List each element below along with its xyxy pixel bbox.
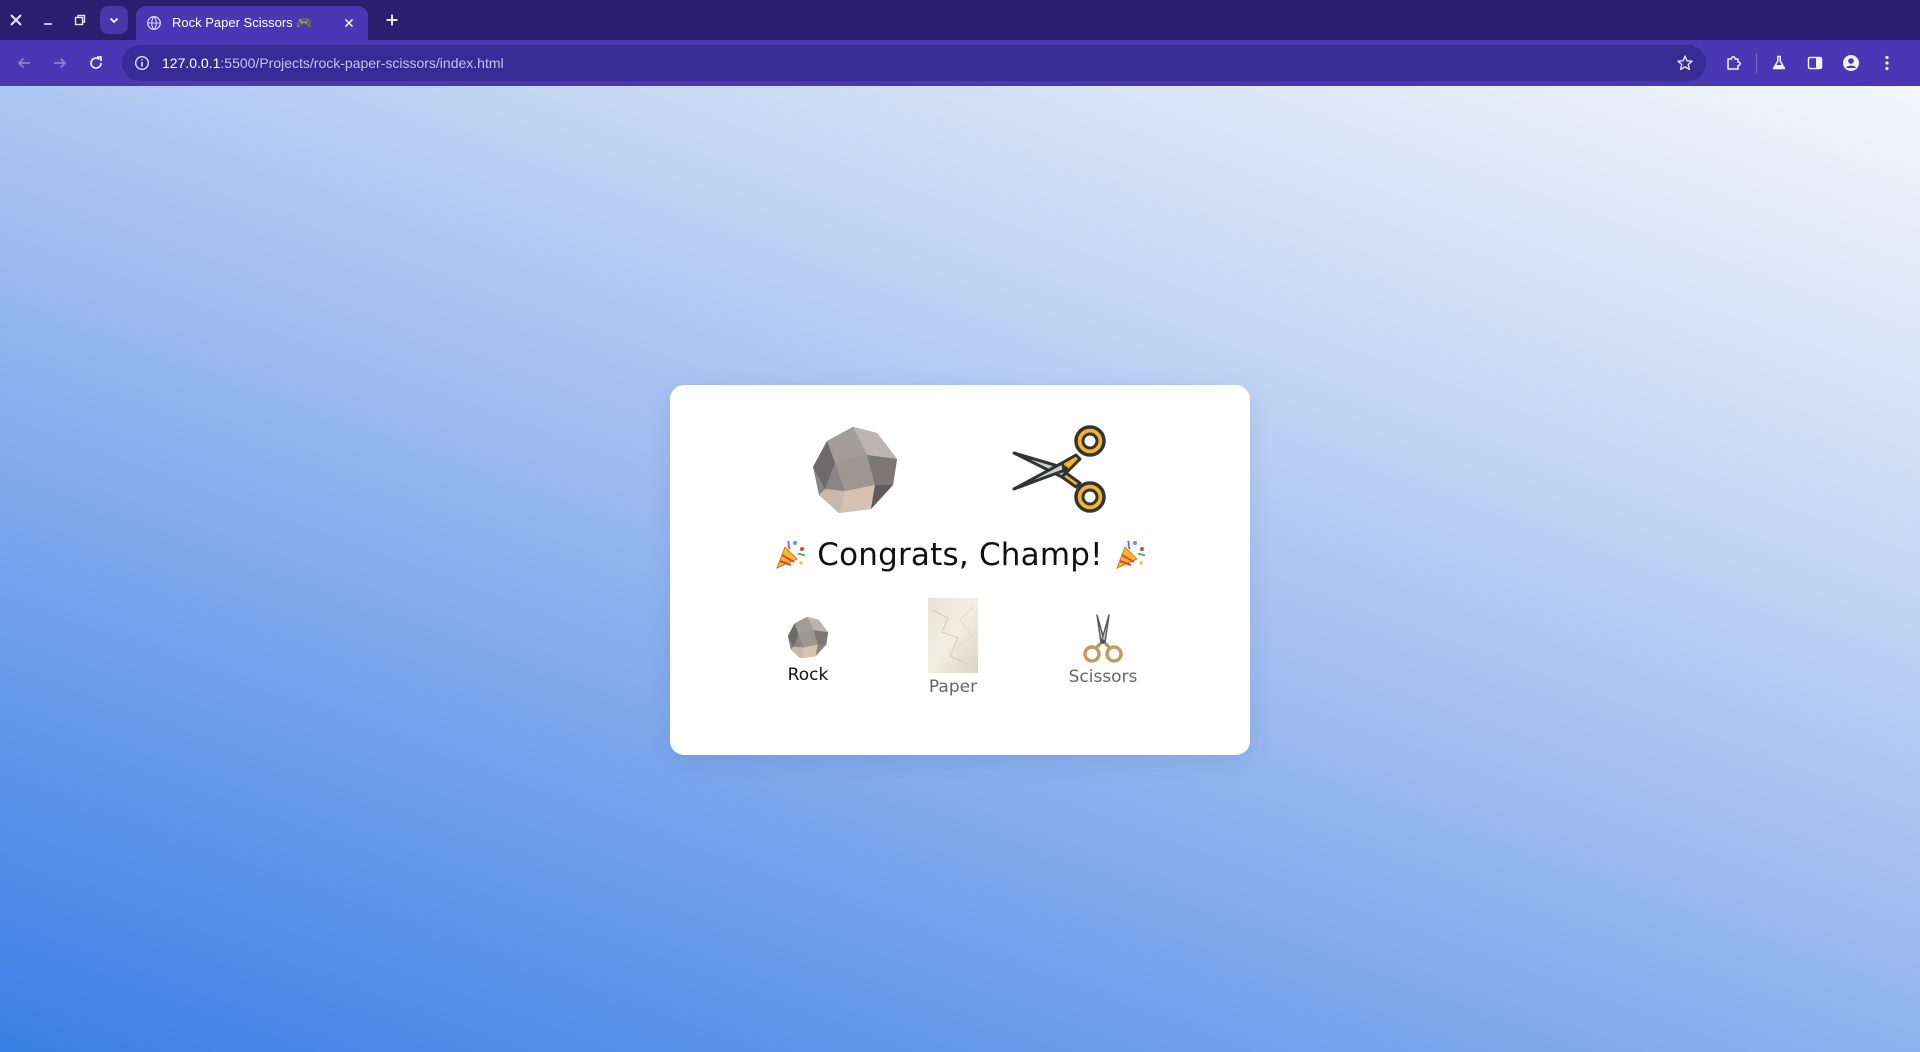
reload-icon	[90, 56, 102, 69]
paper-option-label: Paper	[928, 677, 978, 697]
flask-icon	[1772, 55, 1786, 70]
tab-close-button[interactable]	[340, 14, 358, 32]
minimize-window-button[interactable]	[32, 0, 64, 40]
browser-titlebar: Rock Paper Scissors 🎮	[0, 0, 1920, 40]
scissors-option-label: Scissors	[1068, 667, 1138, 687]
browser-tab[interactable]: Rock Paper Scissors 🎮	[136, 6, 368, 40]
browser-menu-button[interactable]	[1869, 45, 1905, 81]
page-viewport: Congrats, Champ! Rock Paper Scissors	[0, 86, 1920, 1052]
url-path: :5500/Projects/rock-paper-scissors/index…	[220, 55, 504, 71]
close-window-button[interactable]	[0, 0, 32, 40]
computer-choice-scissors-icon	[1012, 425, 1106, 513]
minimize-icon	[44, 23, 52, 25]
game-card: Congrats, Champ! Rock Paper Scissors	[670, 385, 1250, 755]
close-icon	[10, 14, 22, 26]
restore-window-button[interactable]	[64, 0, 96, 40]
paper-icon	[928, 598, 978, 673]
paper-option-button[interactable]: Paper	[918, 598, 988, 697]
arrow-left-icon	[17, 57, 30, 69]
extensions-button[interactable]	[1716, 45, 1752, 81]
plus-icon	[386, 14, 398, 26]
browser-toolbar: 127.0.0.1:5500/Projects/rock-paper-sciss…	[0, 40, 1920, 86]
bookmark-star-icon[interactable]	[1676, 54, 1694, 72]
rock-option-button[interactable]: Rock	[773, 613, 843, 685]
tab-title: Rock Paper Scissors 🎮	[172, 15, 313, 30]
result-message: Congrats, Champ!	[670, 537, 1250, 573]
avatar-icon	[1843, 55, 1859, 71]
globe-icon	[147, 16, 161, 30]
side-panel-icon	[1807, 56, 1823, 70]
new-tab-button[interactable]	[376, 4, 408, 36]
result-text: Congrats, Champ!	[817, 537, 1103, 573]
rock-option-label: Rock	[787, 665, 829, 685]
side-panel-button[interactable]	[1797, 45, 1833, 81]
party-popper-icon	[776, 540, 806, 569]
choice-options: Rock Paper Scissors	[670, 598, 1250, 723]
scissors-icon	[1083, 614, 1123, 663]
info-icon[interactable]	[134, 55, 150, 71]
restore-icon	[74, 14, 86, 26]
close-icon	[344, 18, 354, 28]
chevron-down-icon	[109, 17, 119, 24]
url-host: 127.0.0.1	[162, 55, 221, 71]
labs-button[interactable]	[1761, 45, 1797, 81]
arrow-right-icon	[54, 57, 67, 69]
tab-search-button[interactable]	[100, 6, 128, 34]
more-vertical-icon	[1885, 55, 1889, 71]
reload-button[interactable]	[78, 45, 114, 81]
rock-icon	[787, 616, 829, 659]
profile-button[interactable]	[1833, 45, 1869, 81]
back-button[interactable]	[6, 45, 42, 81]
player-choice-rock-icon	[813, 427, 897, 513]
toolbar-divider	[1756, 53, 1757, 73]
address-bar[interactable]: 127.0.0.1:5500/Projects/rock-paper-sciss…	[122, 45, 1706, 81]
puzzle-icon	[1727, 56, 1741, 70]
party-popper-icon	[1115, 540, 1146, 569]
forward-button[interactable]	[42, 45, 78, 81]
scissors-option-button[interactable]: Scissors	[1060, 613, 1146, 687]
